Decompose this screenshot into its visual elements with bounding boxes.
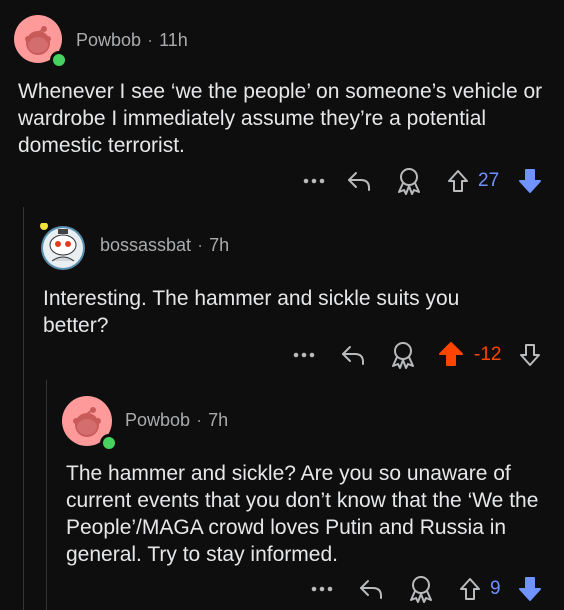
comment-body: The hammer and sickle? Are you so unawar… <box>66 462 539 566</box>
avatar[interactable] <box>62 396 118 452</box>
username[interactable]: Powbob <box>76 30 141 50</box>
comment-header: bossassbat · 7h <box>100 235 229 256</box>
separator: · <box>147 30 154 50</box>
downvote-icon <box>519 577 541 601</box>
more-options-button[interactable] <box>300 168 328 194</box>
timestamp: 7h <box>208 410 229 430</box>
comment-header: Powbob · 7h <box>125 410 228 431</box>
separator: · <box>197 235 204 255</box>
award-icon <box>398 168 420 195</box>
award-icon <box>410 576 432 603</box>
downvote-icon <box>520 344 540 366</box>
upvote-button[interactable] <box>436 339 466 369</box>
award-button[interactable] <box>406 573 436 605</box>
more-options-icon <box>293 352 315 358</box>
avatar[interactable] <box>40 222 86 270</box>
comment-1: Powbob · 11h Whenever I see ‘we the people… <box>0 0 564 205</box>
more-options-icon <box>311 586 333 592</box>
timestamp: 11h <box>159 30 188 50</box>
comment-header: Powbob · 11h <box>76 30 188 51</box>
upvote-icon <box>439 342 463 366</box>
more-options-icon <box>303 178 325 184</box>
downvote-button[interactable] <box>516 574 544 604</box>
online-indicator <box>50 51 68 69</box>
vote-score: -12 <box>474 344 502 365</box>
online-indicator <box>100 434 118 452</box>
award-icon <box>392 342 414 369</box>
avatar[interactable] <box>14 15 68 69</box>
reply-button[interactable] <box>356 574 386 604</box>
downvote-button[interactable] <box>516 340 544 370</box>
username[interactable]: Powbob <box>125 410 190 430</box>
timestamp: 7h <box>209 235 230 255</box>
reply-icon <box>342 346 364 365</box>
vote-score: 27 <box>478 170 500 191</box>
upvote-button[interactable] <box>456 574 484 604</box>
award-button[interactable] <box>388 339 418 371</box>
comment-body: Interesting. The hammer and sickle suits… <box>43 287 460 337</box>
downvote-icon <box>519 169 541 193</box>
upvote-icon <box>460 578 480 600</box>
upvote-icon <box>448 170 468 192</box>
separator: · <box>196 410 203 430</box>
comment-2: bossassbat · 7h Interesting. The hammer an… <box>0 205 564 380</box>
upvote-button[interactable] <box>444 166 472 196</box>
comment-3: Powbob · 7h The hammer and sickle? Are you… <box>0 380 564 610</box>
username[interactable]: bossassbat <box>100 235 191 255</box>
custom-avatar-icon <box>40 222 85 270</box>
more-options-button[interactable] <box>308 576 336 602</box>
reply-button[interactable] <box>338 340 368 370</box>
more-options-button[interactable] <box>290 342 318 368</box>
comment-body: Whenever I see ‘we the people’ on someon… <box>18 80 543 157</box>
downvote-button[interactable] <box>516 166 544 196</box>
award-button[interactable] <box>394 165 424 197</box>
reply-button[interactable] <box>344 166 374 196</box>
reply-icon <box>348 172 370 191</box>
reply-icon <box>360 580 382 599</box>
vote-score: 9 <box>490 578 501 599</box>
